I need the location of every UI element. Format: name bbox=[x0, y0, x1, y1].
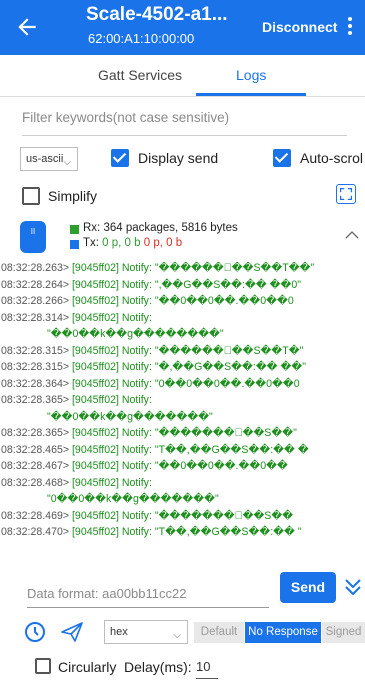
log-message: [9045ff02] Notify: ",��G��S��:�� ��0" bbox=[69, 278, 302, 291]
log-message: [9045ff02] Notify: "T��,��G��S��:�� � bbox=[69, 443, 309, 456]
log-timestamp: 08:32:28.365> bbox=[1, 427, 70, 439]
log-timestamp: 08:32:28.365> bbox=[1, 394, 70, 406]
display-send-label: Display send bbox=[138, 150, 219, 166]
log-entry: 08:32:28.470> [9045ff02] Notify: "T��,��… bbox=[1, 526, 302, 539]
app-bar: Scale-4502-a1... 62:00:A1:10:00:00 Disco… bbox=[0, 0, 365, 55]
circularly-label: Circularly bbox=[58, 659, 117, 675]
format-select[interactable]: hex ⌵ bbox=[104, 620, 188, 644]
log-message: [9045ff02] Notify: "T��,��G��S��:�� " bbox=[69, 526, 302, 538]
log-message: [9045ff02] Notify: "������� ��S��" bbox=[69, 427, 297, 439]
rx-stats: Rx: 364 packages, 5816 bytes bbox=[83, 222, 238, 234]
log-timestamp: 08:32:28.315> bbox=[1, 344, 70, 357]
log-timestamp: 08:32:28.465> bbox=[1, 443, 70, 456]
pause-icon[interactable]: II bbox=[20, 221, 46, 253]
circularly-checkbox[interactable] bbox=[35, 658, 51, 674]
tab-gatt-services[interactable]: Gatt Services bbox=[98, 67, 182, 83]
encoding-value: us-ascii bbox=[26, 153, 64, 165]
log-entry: 08:32:28.264> [9045ff02] Notify: ",��G��… bbox=[1, 279, 301, 292]
log-timestamp: 08:32:28.315> bbox=[1, 361, 70, 373]
log-timestamp: 08:32:28.314> bbox=[1, 311, 70, 324]
log-entry: 08:32:28.364> [9045ff02] Notify: "0��0��… bbox=[1, 378, 300, 391]
log-entry: 08:32:28.266> [9045ff02] Notify: "��0��0… bbox=[1, 295, 294, 308]
clock-icon[interactable] bbox=[24, 621, 46, 643]
device-address: 62:00:A1:10:00:00 bbox=[88, 31, 195, 46]
tx-stats: Tx: 0 p, 0 b 0 p, 0 b bbox=[83, 237, 183, 249]
send-plane-icon[interactable] bbox=[60, 621, 84, 643]
log-message: [9045ff02] Notify: "������� ��S�� bbox=[69, 509, 294, 522]
double-chevron-down-icon[interactable] bbox=[343, 575, 363, 599]
active-tab-indicator bbox=[196, 93, 306, 96]
log-timestamp: 08:32:28.364> bbox=[1, 377, 70, 390]
log-entry: 08:32:28.315> [9045ff02] Notify: "�,��G�… bbox=[1, 361, 306, 374]
log-message: [9045ff02] Notify: bbox=[69, 311, 152, 324]
log-entry: 08:32:28.314> [9045ff02] Notify: bbox=[1, 312, 152, 325]
tab-bar: Gatt Services Logs bbox=[0, 55, 365, 97]
chevron-down-icon: ⌵ bbox=[63, 157, 71, 168]
log-message: [9045ff02] Notify: "�,��G��S��:�� ��" bbox=[69, 361, 306, 373]
log-entry: 08:32:28.365> [9045ff02] Notify: "������… bbox=[1, 427, 297, 440]
chevron-up-icon[interactable] bbox=[345, 230, 359, 240]
back-arrow-icon[interactable] bbox=[14, 14, 40, 40]
write-type-signed[interactable]: Signed bbox=[322, 622, 365, 643]
log-message: [9045ff02] Notify: "������ ��S��T��" bbox=[69, 262, 315, 274]
device-title: Scale-4502-a1... bbox=[86, 4, 228, 25]
send-button[interactable]: Send bbox=[280, 572, 336, 603]
filter-input[interactable]: Filter keywords(not case sensitive) bbox=[22, 110, 347, 136]
log-timestamp: 08:32:28.264> bbox=[1, 278, 70, 291]
more-options-icon[interactable] bbox=[345, 15, 355, 39]
delay-label: Delay(ms): bbox=[124, 659, 192, 675]
log-message: [9045ff02] Notify: bbox=[69, 476, 152, 489]
log-timestamp: 08:32:28.469> bbox=[1, 509, 70, 522]
log-timestamp: 08:32:28.266> bbox=[1, 295, 70, 307]
tx-color-square bbox=[70, 240, 79, 249]
log-entry: 08:32:28.263> [9045ff02] Notify: "������… bbox=[1, 262, 314, 275]
log-timestamp: 08:32:28.263> bbox=[1, 262, 70, 274]
log-message: "0��0��k��g�������" bbox=[47, 493, 219, 505]
display-send-checkbox[interactable] bbox=[111, 149, 129, 167]
log-message: [9045ff02] Notify: bbox=[69, 394, 152, 406]
data-format-input[interactable]: Data format: aa00bb11cc22 bbox=[27, 582, 269, 608]
log-list[interactable]: 08:32:28.263> [9045ff02] Notify: "������… bbox=[1, 262, 365, 562]
format-value: hex bbox=[110, 626, 128, 638]
log-entry: 08:32:28.468> [9045ff02] Notify: bbox=[1, 477, 152, 490]
write-type-no-response[interactable]: No Response bbox=[245, 622, 321, 643]
log-message: [9045ff02] Notify: "��0��0��.��0��0 bbox=[69, 295, 294, 307]
write-type-default[interactable]: Default bbox=[194, 622, 244, 643]
log-entry: 08:32:28.469> [9045ff02] Notify: "������… bbox=[1, 510, 293, 523]
tab-logs[interactable]: Logs bbox=[236, 67, 266, 83]
log-entry: "0��0��k��g�������" bbox=[47, 493, 219, 506]
rx-color-square bbox=[70, 225, 79, 234]
chevron-down-icon: ⌵ bbox=[173, 630, 181, 641]
disconnect-button[interactable]: Disconnect bbox=[262, 19, 337, 35]
simplify-label: Simplify bbox=[48, 188, 98, 204]
log-timestamp: 08:32:28.468> bbox=[1, 476, 70, 489]
log-timestamp: 08:32:28.470> bbox=[1, 526, 70, 538]
simplify-checkbox[interactable] bbox=[22, 187, 40, 205]
log-entry: 08:32:28.465> [9045ff02] Notify: "T��,��… bbox=[1, 444, 309, 457]
log-message: [9045ff02] Notify: "��0��0��.��0�� bbox=[69, 460, 288, 472]
log-entry: 08:32:28.365> [9045ff02] Notify: bbox=[1, 394, 152, 407]
log-entry: "��0��k��g�������" bbox=[47, 411, 213, 424]
fullscreen-icon[interactable] bbox=[336, 184, 356, 204]
log-message: [9045ff02] Notify: "������ ��S��T�" bbox=[69, 344, 304, 357]
delay-input[interactable]: 10 bbox=[196, 659, 218, 679]
log-message: [9045ff02] Notify: "0��0��0��.��0��0 bbox=[69, 377, 300, 390]
encoding-select[interactable]: us-ascii ⌵ bbox=[20, 147, 78, 171]
auto-scroll-label: Auto-scrol bbox=[300, 150, 364, 166]
log-message: "��0��k��g��������" bbox=[47, 328, 224, 340]
log-entry: 08:32:28.467> [9045ff02] Notify: "��0��0… bbox=[1, 460, 288, 473]
auto-scroll-checkbox[interactable] bbox=[273, 149, 291, 167]
log-timestamp: 08:32:28.467> bbox=[1, 460, 70, 472]
log-entry: 08:32:28.315> [9045ff02] Notify: "������… bbox=[1, 345, 303, 358]
log-entry: "��0��k��g��������" bbox=[47, 328, 224, 341]
log-message: "��0��k��g�������" bbox=[47, 410, 213, 423]
